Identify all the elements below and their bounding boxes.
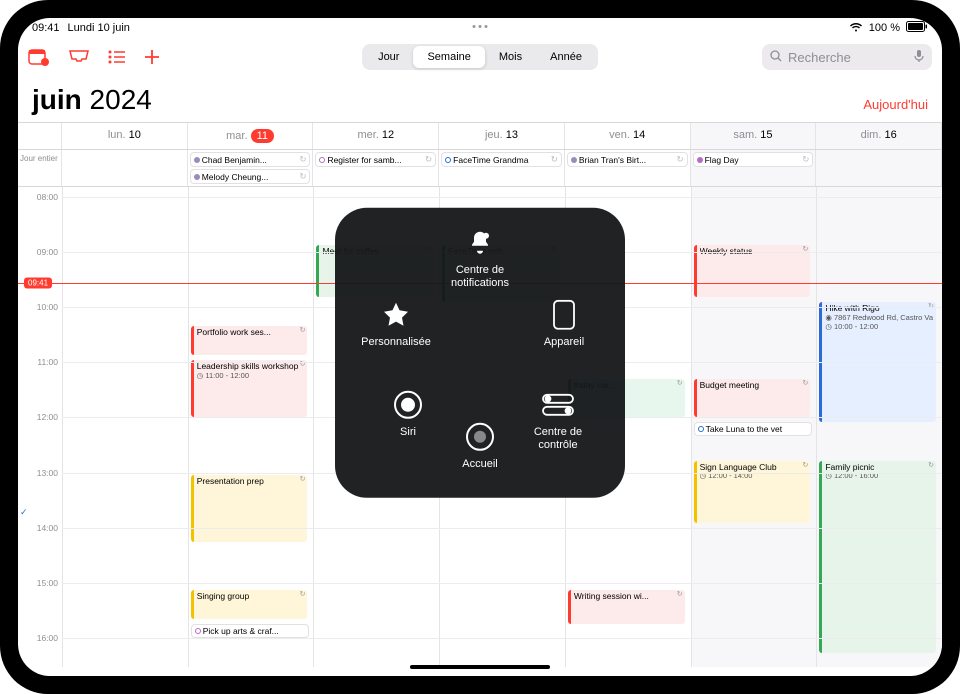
star-icon — [379, 298, 413, 332]
day-column-0[interactable] — [62, 187, 188, 667]
assistive-device[interactable]: Appareil — [521, 298, 607, 349]
calendar-event[interactable]: Presentation prep↻ — [191, 475, 308, 542]
status-date: Lundi 10 juin — [68, 22, 130, 34]
hour-label: 12:00 — [37, 412, 58, 422]
hour-label: 08:00 — [37, 192, 58, 202]
reminder-pill[interactable]: Pick up arts & craf... — [191, 624, 310, 638]
battery-icon — [906, 21, 928, 35]
assistivetouch-overlay[interactable]: Centre de notifications Personnalisée Ap… — [335, 208, 625, 498]
hour-label: 14:00 — [37, 523, 58, 533]
today-link[interactable]: Aujourd'hui — [863, 97, 928, 112]
screen: 09:41 Lundi 10 juin 100 % — [18, 18, 942, 676]
seg-day[interactable]: Jour — [364, 46, 413, 68]
hour-label: 11:00 — [37, 357, 58, 367]
day-header-4[interactable]: ven. 14 — [565, 123, 691, 149]
day-header-2[interactable]: mer. 12 — [313, 123, 439, 149]
month-header: juin 2024 Aujourd'hui — [18, 78, 942, 122]
calendar-event[interactable]: Family picnic◷ 12:00 - 16:00↻ — [819, 461, 936, 653]
list-icon[interactable] — [108, 50, 126, 64]
now-badge: 09:41 — [24, 278, 52, 289]
day-column-6[interactable]: Hike with Rigo◉ 7867 Redwood Rd, Castro … — [816, 187, 942, 667]
calendar-notify-icon[interactable] — [28, 48, 50, 66]
day-header-0[interactable]: lun. 10 — [62, 123, 188, 149]
assistive-notifications[interactable]: Centre de notifications — [437, 226, 523, 289]
assistive-home[interactable]: Accueil — [437, 420, 523, 471]
assistive-custom[interactable]: Personnalisée — [353, 298, 439, 349]
hour-label: 10:00 — [37, 302, 58, 312]
allday-event[interactable]: Flag Day↻ — [693, 152, 814, 167]
view-segmented-control[interactable]: Jour Semaine Mois Année — [362, 44, 598, 70]
allday-row: Jour entier Chad Benjamin...↻ Melody Cheu… — [18, 150, 942, 187]
seg-year[interactable]: Année — [536, 46, 596, 68]
credential-hint: ✓ — [20, 507, 28, 518]
allday-cell-4: Brian Tran's Birt...↻ — [565, 150, 691, 186]
allday-cell-1: Chad Benjamin...↻ Melody Cheung...↻ — [188, 150, 314, 186]
day-header-5[interactable]: sam. 15 — [691, 123, 817, 149]
home-button-icon — [463, 420, 497, 454]
allday-event[interactable]: Melody Cheung...↻ — [190, 169, 311, 184]
calendar-event[interactable]: Portfolio work ses...↻ — [191, 326, 308, 355]
allday-cell-2: Register for samb...↻ — [313, 150, 439, 186]
allday-cell-0 — [62, 150, 188, 186]
allday-cell-5: Flag Day↻ — [691, 150, 817, 186]
device-icon — [547, 298, 581, 332]
battery-percent: 100 % — [869, 22, 900, 34]
mic-icon[interactable] — [914, 49, 924, 66]
home-indicator[interactable] — [410, 665, 550, 669]
allday-event[interactable]: Chad Benjamin...↻ — [190, 152, 311, 167]
assistive-control-center[interactable]: Centre de contrôle — [515, 388, 601, 451]
allday-cell-3: FaceTime Grandma↻ — [439, 150, 565, 186]
inbox-icon[interactable] — [68, 49, 90, 65]
siri-icon — [391, 388, 425, 422]
week-days-header: lun. 10mar. 11mer. 12jeu. 13ven. 14sam. … — [18, 122, 942, 150]
hour-label: 09:00 — [37, 247, 58, 257]
day-header-3[interactable]: jeu. 13 — [439, 123, 565, 149]
day-header-1[interactable]: mar. 11 — [188, 123, 314, 149]
allday-label: Jour entier — [18, 150, 62, 186]
calendar-event[interactable]: Budget meeting↻ — [694, 379, 811, 417]
wifi-icon — [849, 22, 863, 35]
day-column-5[interactable]: Weekly status↻Budget meeting↻Take Luna t… — [691, 187, 817, 667]
toolbar: Jour Semaine Mois Année Recherche — [18, 38, 942, 78]
ipad-device-frame: 09:41 Lundi 10 juin 100 % — [0, 0, 960, 694]
status-bar: 09:41 Lundi 10 juin 100 % — [18, 18, 942, 38]
multitask-dots[interactable] — [473, 25, 488, 28]
hours-column: 08:00 09:00 10:00 11:00 12:00 13:00 14:00 15:00… — [18, 187, 62, 667]
bell-icon — [463, 226, 497, 260]
calendar-event[interactable]: Writing session wi...↻ — [568, 590, 685, 624]
allday-cell-6 — [816, 150, 942, 186]
hour-label: 13:00 — [37, 468, 58, 478]
calendar-event[interactable]: Singing group↻ — [191, 590, 308, 619]
status-time: 09:41 — [32, 22, 60, 34]
hour-label: 16:00 — [37, 633, 58, 643]
allday-event[interactable]: Register for samb...↻ — [315, 152, 436, 167]
calendar-event[interactable]: Sign Language Club◷ 12:00 - 14:00↻ — [694, 461, 811, 523]
toggle-icon — [541, 388, 575, 422]
search-field[interactable]: Recherche — [762, 44, 932, 70]
search-placeholder: Recherche — [788, 50, 851, 65]
seg-month[interactable]: Mois — [485, 46, 536, 68]
seg-week[interactable]: Semaine — [413, 46, 484, 68]
allday-event[interactable]: Brian Tran's Birt...↻ — [567, 152, 688, 167]
add-icon[interactable] — [144, 49, 160, 65]
month-title: juin 2024 — [32, 84, 152, 116]
search-icon — [770, 50, 782, 65]
day-header-6[interactable]: dim. 16 — [816, 123, 942, 149]
calendar-event[interactable]: Leadership skills workshop◷ 11:00 - 12:0… — [191, 360, 308, 418]
day-column-1[interactable]: Portfolio work ses...↻ Leadership skills … — [188, 187, 314, 667]
reminder-pill[interactable]: Take Luna to the vet — [694, 422, 813, 436]
hour-label: 15:00 — [37, 578, 58, 588]
allday-event[interactable]: FaceTime Grandma↻ — [441, 152, 562, 167]
